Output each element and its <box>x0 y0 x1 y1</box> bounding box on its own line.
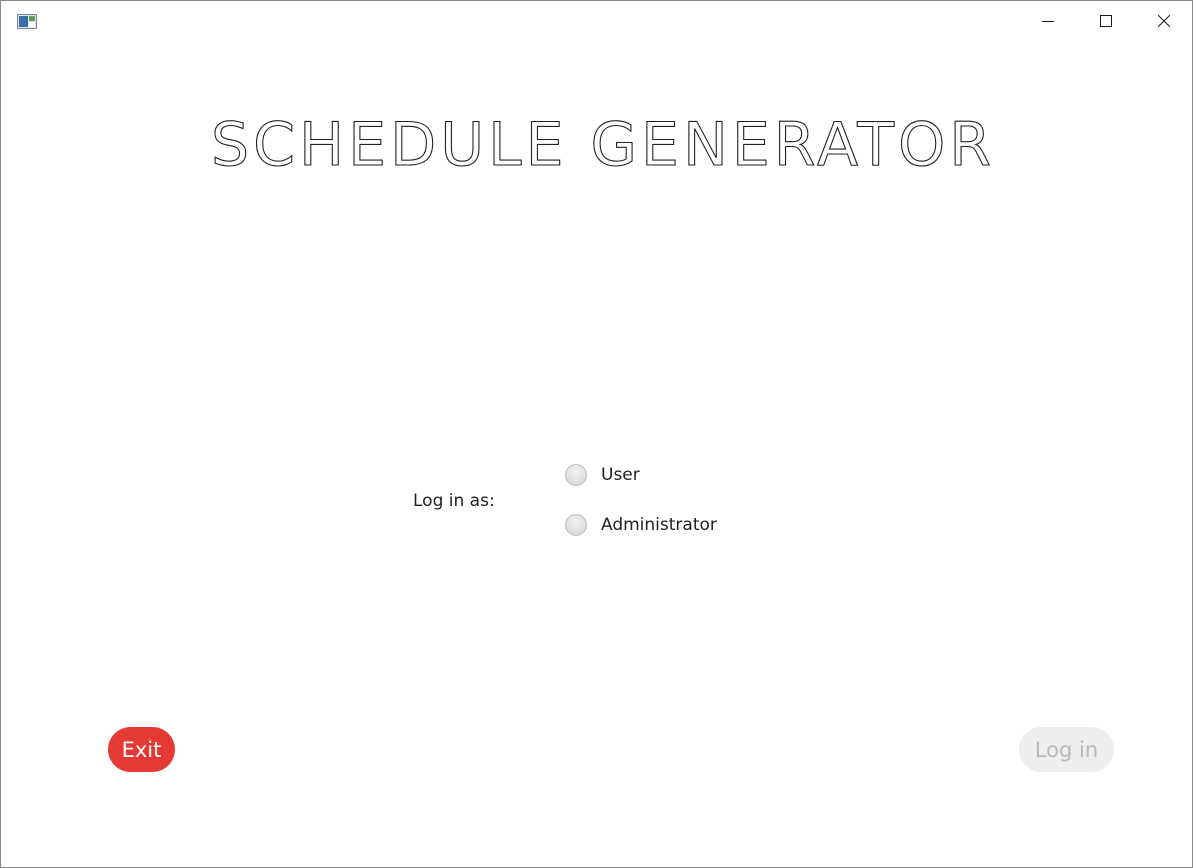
app-icon <box>17 14 37 29</box>
radio-user-label: User <box>601 465 640 485</box>
minimize-icon <box>1042 21 1054 22</box>
title-bar <box>1 1 1192 41</box>
close-icon <box>1158 15 1170 27</box>
login-as-label: Log in as: <box>413 491 495 511</box>
maximize-icon <box>1100 15 1112 27</box>
radio-user[interactable]: User <box>565 464 640 486</box>
close-button[interactable] <box>1135 1 1192 41</box>
radio-button[interactable] <box>565 464 587 486</box>
page-title: SCHEDULE GENERATOR <box>210 109 991 179</box>
radio-administrator[interactable]: Administrator <box>565 514 717 536</box>
exit-button[interactable]: Exit <box>108 727 175 772</box>
login-button[interactable]: Log in <box>1019 727 1114 772</box>
app-window: SCHEDULE GENERATOR Log in as: User Admin… <box>0 0 1193 868</box>
minimize-button[interactable] <box>1019 1 1077 41</box>
radio-administrator-label: Administrator <box>601 515 717 535</box>
svg-text:SCHEDULE GENERATOR: SCHEDULE GENERATOR <box>211 110 991 179</box>
maximize-button[interactable] <box>1077 1 1135 41</box>
radio-button[interactable] <box>565 514 587 536</box>
